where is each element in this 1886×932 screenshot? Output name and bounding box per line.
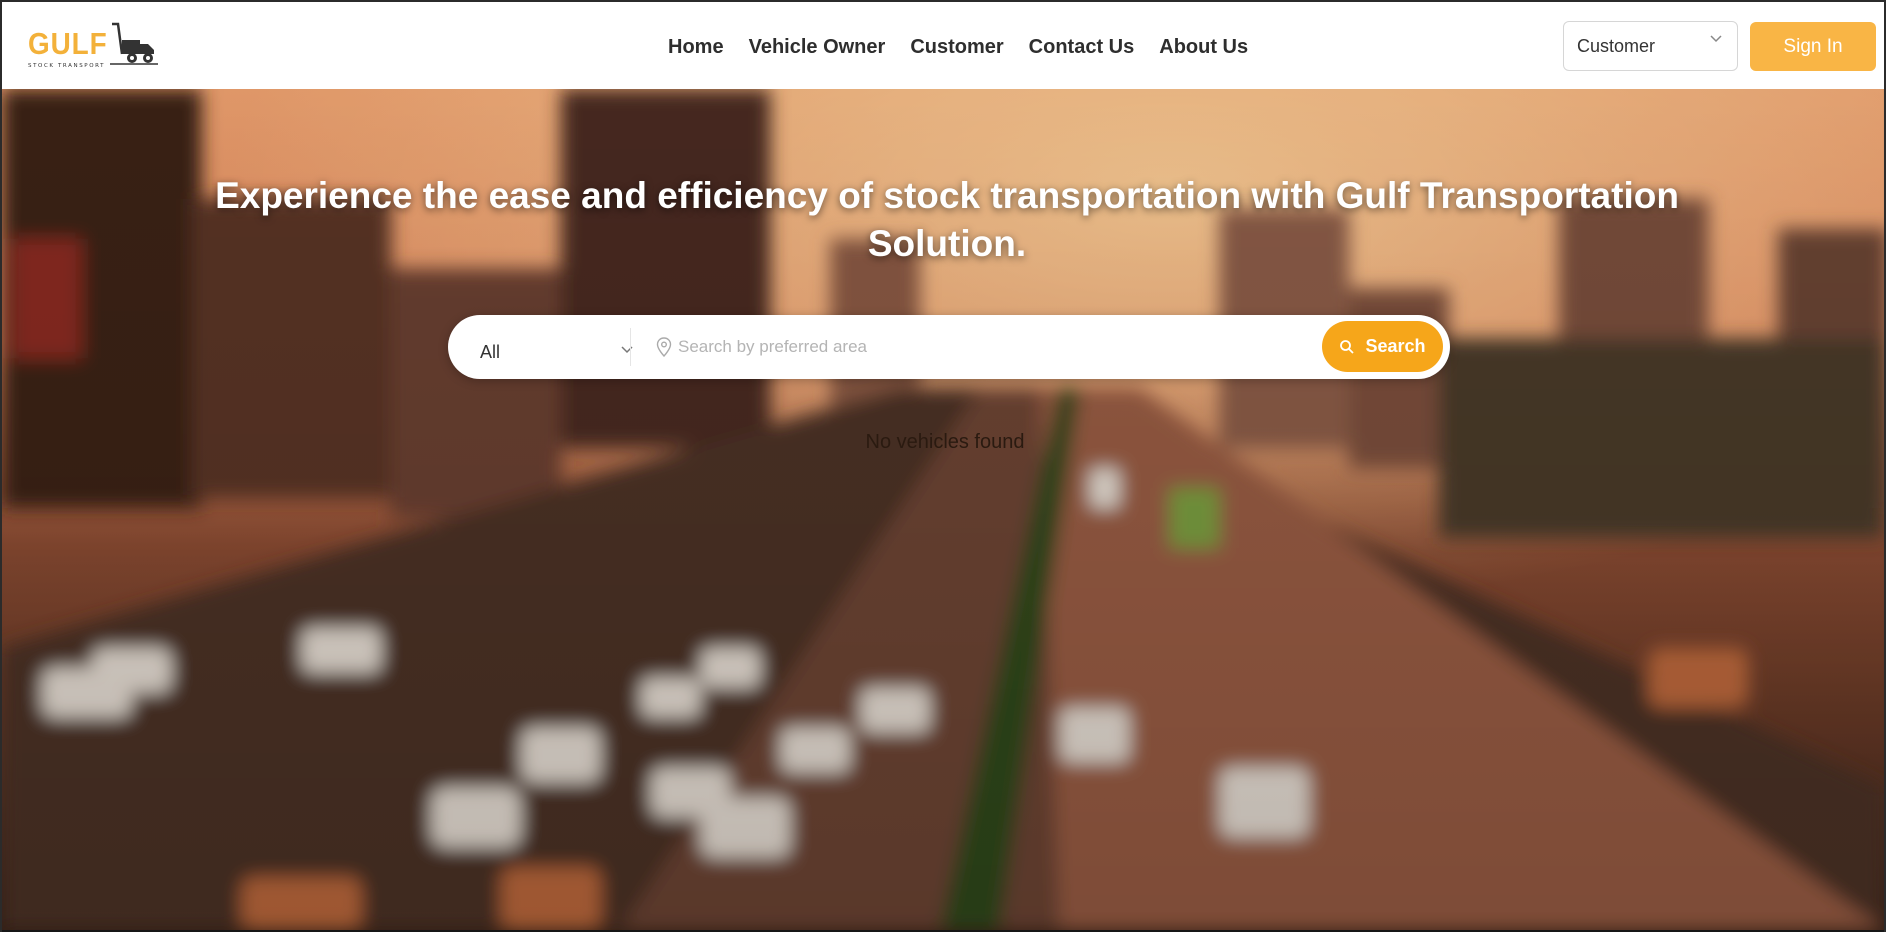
search-bar: All Search [448,315,1450,379]
chevron-down-icon [621,346,633,354]
logo-tagline: STOCK TRANSPORT [28,63,106,69]
role-select[interactable]: Customer [1563,21,1738,71]
location-pin-icon [656,337,672,357]
category-select[interactable]: All [480,337,633,367]
empty-results-message: No vehicles found [865,431,1025,453]
nav-home[interactable]: Home [668,36,724,59]
hero-section: Experience the ease and efficiency of st… [0,89,1886,932]
chevron-down-icon [1710,35,1722,43]
truck-icon [110,22,158,65]
logo-wordmark: GULF [28,26,108,61]
area-search-input[interactable] [678,329,1258,365]
role-select-value: Customer [1577,35,1656,56]
search-button-label: Search [1365,336,1426,356]
search-icon [1340,339,1355,354]
hero-headline: Experience the ease and efficiency of st… [215,175,1679,264]
nav-vehicle-owner[interactable]: Vehicle Owner [749,36,886,59]
sign-in-button[interactable]: Sign In [1750,22,1876,71]
top-header: GULF STOCK TRANSPORT Home Vehicle Owner … [0,0,1886,89]
search-divider [630,328,631,366]
search-button[interactable]: Search [1322,321,1443,372]
category-select-value: All [480,341,501,362]
nav-about-us[interactable]: About Us [1159,36,1248,59]
nav-contact-us[interactable]: Contact Us [1029,36,1135,59]
gulf-logo[interactable]: GULF STOCK TRANSPORT [26,20,158,72]
main-nav: Home Vehicle Owner Customer Contact Us A… [668,36,1273,59]
nav-customer[interactable]: Customer [910,36,1003,59]
